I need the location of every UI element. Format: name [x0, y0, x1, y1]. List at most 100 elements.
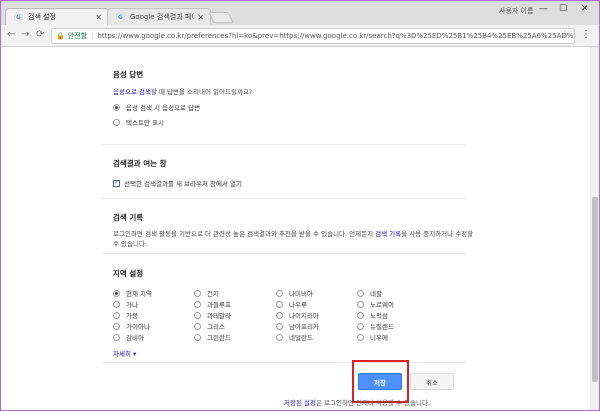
address-bar[interactable]: 🔒 안전함 | https://www.google.co.kr/prefere…	[51, 28, 575, 44]
tab-title: 검색 설정	[28, 13, 56, 21]
section-title: 검색 기록	[113, 213, 144, 222]
checkbox-label: 선택한 검색결과를 새 브라우저 창에서 열기	[124, 180, 242, 188]
lock-icon: 🔒	[56, 32, 65, 40]
checkbox-checked-icon[interactable]: ✓	[113, 179, 120, 187]
voice-search-link[interactable]: 음성으로 검색	[113, 88, 151, 96]
scrollbar-thumb[interactable]	[592, 197, 598, 382]
results-window-section: 검색결과 여는 창 ✓ 선택한 검색결과를 새 브라우저 창에서 열기	[113, 158, 478, 189]
region-label: 네팔	[370, 290, 382, 298]
google-favicon-icon: G	[116, 12, 125, 22]
region-label: 노퍽섬	[370, 312, 388, 320]
voice-description: 음성으로 검색할 때 답변을 소리내어 읽어드릴까요?	[113, 87, 478, 97]
radio-button[interactable]	[276, 322, 283, 330]
save-button[interactable]: 저장	[358, 373, 402, 390]
radio-button[interactable]	[194, 333, 201, 341]
new-window-option[interactable]: ✓ 선택한 검색결과를 새 브라우저 창에서 열기	[113, 177, 478, 189]
radio-button[interactable]	[276, 300, 283, 308]
footer-note: 저장된 설정은 로그인하면 언제나 사용할 수 있습니다.	[284, 397, 430, 407]
radio-button[interactable]	[357, 300, 364, 308]
region-label: 그리스	[207, 323, 225, 331]
reload-icon[interactable]: ⟳	[36, 29, 44, 40]
history-section: 검색 기록 로그인하면 검색 활동을 기반으로 더 관련성 높은 검색결과와 추…	[113, 212, 478, 249]
region-label: 현재 지역	[126, 290, 152, 298]
region-label: 감비아	[126, 334, 144, 342]
search-history-link[interactable]: 검색 기록	[375, 230, 401, 238]
close-window-icon[interactable]: ✕	[581, 4, 589, 14]
radio-button[interactable]	[357, 333, 364, 341]
cancel-button[interactable]: 취소	[410, 373, 454, 390]
region-label: 가봉	[126, 312, 138, 320]
radio-button[interactable]	[357, 322, 364, 330]
radio-button[interactable]	[113, 311, 120, 319]
page-content: 음성 답변 음성으로 검색할 때 답변을 소리내어 읽어드릴까요? 음성 검색 …	[1, 47, 599, 410]
radio-button[interactable]	[113, 300, 120, 308]
radio-button[interactable]	[276, 311, 283, 319]
region-option[interactable]: 네덜란드	[276, 331, 313, 343]
secure-label: 안전함	[67, 32, 88, 40]
tab-search-settings[interactable]: G 검색 설정 ✕	[5, 8, 109, 25]
radio-button[interactable]	[276, 333, 283, 341]
close-tab-icon[interactable]: ✕	[95, 13, 102, 22]
minimize-icon[interactable]: —	[539, 4, 548, 14]
radio-button[interactable]	[113, 289, 120, 297]
radio-button[interactable]	[276, 289, 283, 297]
radio-button[interactable]	[113, 103, 120, 111]
region-label: 과테말라	[207, 312, 231, 320]
region-label: 니우에	[370, 334, 388, 342]
radio-button[interactable]	[194, 300, 201, 308]
region-label: 노르웨이	[370, 301, 394, 309]
voice-section: 음성 답변 음성으로 검색할 때 답변을 소리내어 읽어드릴까요? 음성 검색 …	[113, 69, 478, 128]
region-option[interactable]: 그린란드	[194, 331, 231, 343]
section-title: 지역 설정	[113, 269, 144, 278]
menu-dots-icon[interactable]: ⋮	[581, 29, 591, 40]
region-label: 남아프리카	[289, 323, 319, 331]
maximize-icon[interactable]: ☐	[559, 4, 567, 14]
region-section: 지역 설정	[113, 268, 478, 279]
close-tab-icon[interactable]: ✕	[197, 13, 204, 22]
region-label: 가이아나	[126, 323, 150, 331]
history-description: 로그인하면 검색 활동을 기반으로 더 관련성 높은 검색결과와 추천을 받을 …	[113, 229, 478, 249]
browser-window: G 검색 설정 ✕ G Google 검색결과 페이지 ✕ 사용자 이름 — ☐…	[0, 0, 600, 411]
divider	[101, 362, 466, 363]
region-label: 나이지리아	[289, 312, 319, 320]
region-label: 뉴질랜드	[370, 323, 394, 331]
footer-text: 은 로그인하면 언제나 사용할 수 있습니다.	[315, 399, 431, 407]
radio-button[interactable]	[357, 289, 364, 297]
radio-button[interactable]	[357, 311, 364, 319]
region-label: 가나	[126, 301, 138, 309]
history-text: 로그인하면 검색 활동을 기반으로 더 관련성 높은 검색결과와 추천을 받을 …	[113, 230, 376, 238]
section-title: 검색결과 여는 창	[113, 159, 167, 168]
voice-option-speak[interactable]: 음성 검색 시 음성으로 답변	[113, 101, 478, 113]
divider	[101, 144, 466, 145]
radio-button[interactable]	[194, 289, 201, 297]
region-label: 나미비아	[289, 290, 313, 298]
new-tab-button[interactable]	[208, 12, 234, 23]
bookmark-star-icon[interactable]: ☆	[561, 30, 569, 40]
region-option[interactable]: 감비아	[113, 331, 144, 343]
radio-label: 텍스트만 표시	[126, 119, 164, 127]
radio-button[interactable]	[194, 311, 201, 319]
voice-description-text: 할 때 답변을 소리내어 읽어드릴까요?	[150, 88, 253, 96]
back-arrow-icon[interactable]: ←	[7, 29, 15, 40]
divider	[101, 198, 466, 199]
region-option[interactable]: 니우에	[357, 331, 388, 343]
divider	[101, 253, 466, 254]
radio-button[interactable]	[194, 322, 201, 330]
radio-button[interactable]	[113, 322, 120, 330]
region-label: 과들루프	[207, 301, 231, 309]
voice-option-text[interactable]: 텍스트만 표시	[113, 116, 478, 128]
separator: |	[91, 32, 94, 40]
scrollbar[interactable]	[590, 47, 599, 410]
url-text: https://www.google.co.kr/preferences?hl=…	[97, 32, 575, 40]
more-regions-link[interactable]: 자세히 ▾	[113, 348, 136, 358]
radio-button[interactable]	[113, 333, 120, 341]
saved-settings-link[interactable]: 저장된 설정	[284, 399, 316, 407]
forward-arrow-icon[interactable]: →	[21, 29, 29, 40]
radio-button[interactable]	[113, 118, 120, 126]
region-label: 건지	[207, 290, 219, 298]
profile-name[interactable]: 사용자 이름	[499, 6, 533, 16]
region-label: 나우루	[289, 301, 307, 309]
tab-strip: G 검색 설정 ✕ G Google 검색결과 페이지 ✕ 사용자 이름 — ☐…	[1, 1, 599, 25]
tab-google-results[interactable]: G Google 검색결과 페이지 ✕	[107, 8, 211, 25]
tab-title: Google 검색결과 페이지	[130, 13, 194, 21]
